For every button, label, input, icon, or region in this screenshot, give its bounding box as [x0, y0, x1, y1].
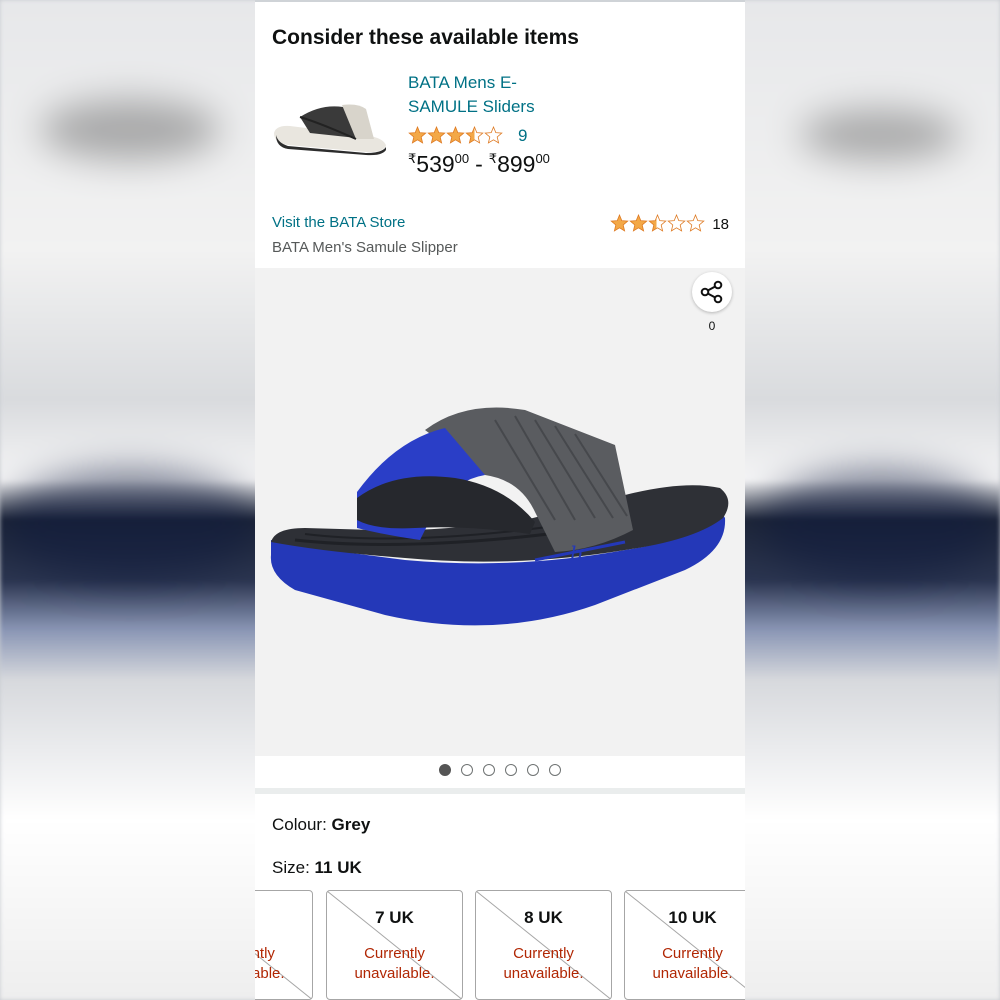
svg-text:b: b: [570, 541, 583, 565]
recommended-product-rating[interactable]: 9: [408, 126, 527, 146]
size-option[interactable]: 10 UK Currently unavailable.: [624, 890, 745, 1000]
star-rating-icon: [408, 126, 503, 144]
image-pagination[interactable]: [255, 764, 745, 776]
size-option-status: Currently unavailable.: [354, 945, 435, 982]
colour-value: Grey: [331, 815, 371, 834]
pagination-dot[interactable]: [461, 764, 473, 776]
size-selection: Size: 11 UK: [272, 858, 362, 878]
pagination-dot[interactable]: [527, 764, 539, 776]
pagination-dot[interactable]: [483, 764, 495, 776]
size-option-label: K: [255, 908, 312, 928]
colour-selection: Colour: Grey: [272, 815, 370, 835]
pagination-dot[interactable]: [505, 764, 517, 776]
product-title: BATA Men's Samule Slipper: [272, 239, 458, 256]
colour-label: Colour:: [272, 815, 327, 834]
size-label: Size:: [272, 858, 310, 877]
size-option-status: Currently unavailable.: [255, 945, 285, 982]
size-option-status: Currently unavailable.: [652, 945, 733, 982]
recommended-product-name[interactable]: BATA Mens E-SAMULE Sliders: [408, 71, 578, 119]
share-button[interactable]: [692, 272, 732, 312]
product-page: Consider these available items BATA Mens…: [255, 0, 745, 1000]
recommended-price-range: ₹53900- ₹89900: [408, 151, 550, 178]
size-option-label: 8 UK: [524, 908, 563, 927]
top-divider: [255, 0, 745, 2]
store-link[interactable]: Visit the BATA Store: [272, 214, 405, 231]
size-option-label: 7 UK: [375, 908, 414, 927]
share-count: 0: [708, 319, 716, 333]
product-rating[interactable]: 18: [610, 214, 729, 234]
section-divider: [255, 788, 745, 794]
price-high-whole: 899: [497, 151, 536, 177]
section-title: Consider these available items: [272, 26, 579, 49]
size-option[interactable]: K Currently unavailable.: [255, 890, 313, 1000]
price-low-fraction: 00: [454, 151, 470, 166]
star-rating-icon: [611, 214, 705, 232]
size-option-label: 10 UK: [668, 908, 717, 927]
recommended-rating-count[interactable]: 9: [518, 126, 527, 146]
size-value: 11 UK: [314, 858, 362, 877]
pagination-dot[interactable]: [549, 764, 561, 776]
price-high-fraction: 00: [535, 151, 550, 166]
size-option-status: Currently unavailable.: [503, 945, 584, 982]
pagination-dot[interactable]: [439, 764, 451, 776]
size-option[interactable]: 8 UK Currently unavailable.: [475, 890, 612, 1000]
product-main-image[interactable]: b: [265, 400, 735, 650]
size-option[interactable]: 7 UK Currently unavailable.: [326, 890, 463, 1000]
price-low-whole: 539: [416, 151, 455, 177]
price-high-currency: ₹: [488, 151, 498, 166]
recommended-product-image[interactable]: [270, 95, 390, 165]
share-icon: [700, 280, 723, 304]
product-rating-count[interactable]: 18: [712, 216, 729, 233]
price-separator: -: [475, 151, 483, 177]
